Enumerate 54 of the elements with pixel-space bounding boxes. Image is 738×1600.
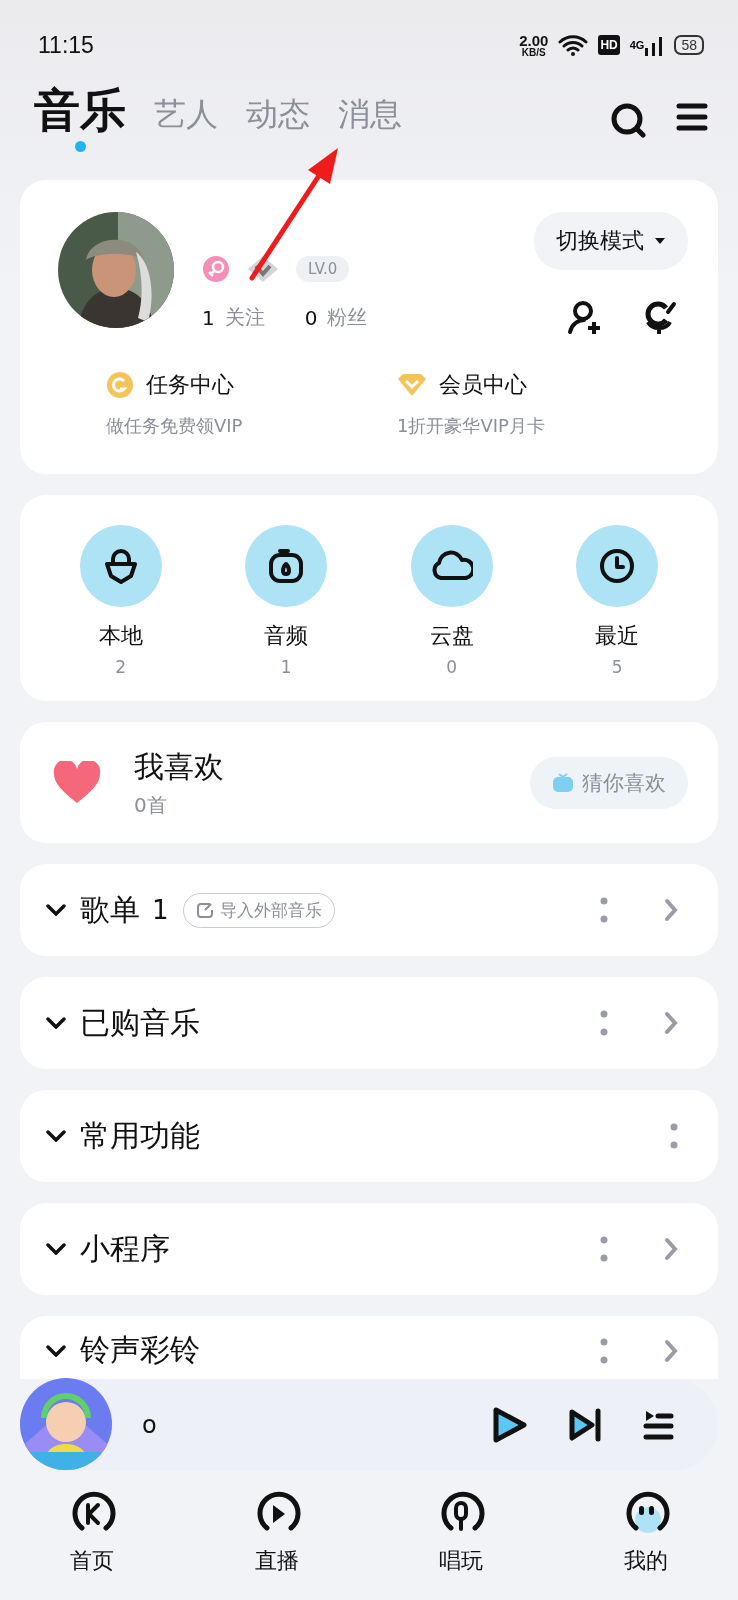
nav-item[interactable]: 唱玩 (369, 1490, 554, 1576)
section-row[interactable]: 歌单 1 导入外部音乐 (20, 864, 718, 956)
network-type: 4G (629, 39, 645, 51)
coin-icon (106, 371, 134, 399)
heart-icon (52, 760, 102, 805)
wifi-icon (558, 34, 589, 56)
signal-icon (644, 34, 665, 56)
center-title[interactable]: 任务中心 (146, 370, 234, 400)
section-row[interactable]: 已购音乐 (20, 977, 718, 1069)
hd-badge: HD (598, 35, 620, 55)
more-icon (670, 1123, 678, 1149)
nav-item[interactable]: 直播 (184, 1490, 369, 1576)
section-row[interactable]: 小程序 (20, 1203, 718, 1295)
more-icon (600, 1236, 608, 1262)
tv-icon (552, 772, 574, 793)
follow-count: 1 (202, 305, 215, 330)
diamond-icon (246, 254, 280, 284)
chevron-down-icon (46, 1344, 66, 1357)
shortcut-button[interactable]: 音频 1 (203, 525, 369, 677)
search-button[interactable] (610, 102, 646, 138)
playlist-button[interactable] (642, 1408, 674, 1442)
song-title: o (142, 1411, 157, 1439)
chevron-down-icon (46, 904, 66, 916)
diamond-icon (397, 373, 427, 397)
section-row[interactable]: 常用功能 (20, 1090, 718, 1182)
section-row[interactable]: 铃声彩铃 (20, 1316, 718, 1379)
more-icon (600, 1337, 608, 1364)
level-badge: LV.0 (296, 256, 350, 282)
caret-icon (654, 237, 666, 245)
active-dot (74, 140, 86, 152)
import-icon (195, 901, 214, 919)
chevron-down-icon (46, 1130, 66, 1142)
battery-level: 58 (674, 35, 704, 55)
fans-count: 0 (304, 305, 318, 330)
nav-item[interactable]: 我的 (553, 1490, 738, 1576)
center-title[interactable]: 会员中心 (439, 370, 527, 400)
gender-icon (202, 255, 230, 283)
nav-item[interactable]: 首页 (0, 1490, 185, 1576)
shortcut-button[interactable]: 云盘 0 (369, 525, 535, 677)
chevron-down-icon (46, 1243, 66, 1255)
favorites-title[interactable]: 我喜欢 (134, 746, 224, 788)
chevron-down-icon (46, 1017, 66, 1029)
more-icon (600, 1010, 608, 1036)
switch-mode-button[interactable]: 切换模式 (534, 212, 688, 270)
tab[interactable]: 音乐 (34, 84, 126, 152)
center-subtitle: 1折开豪华VIP月卡 (397, 414, 546, 438)
status-time: 11:15 (38, 31, 94, 59)
favorites-count: 0首 (134, 791, 168, 819)
shortcut-button[interactable]: 本地 2 (38, 525, 204, 677)
more-icon (600, 897, 608, 923)
network-speed: 2.00 KB/S (519, 32, 549, 58)
next-button[interactable] (568, 1407, 602, 1443)
shortcut-button[interactable]: 最近 5 (534, 525, 700, 677)
center-subtitle: 做任务免费领VIP (106, 414, 244, 438)
